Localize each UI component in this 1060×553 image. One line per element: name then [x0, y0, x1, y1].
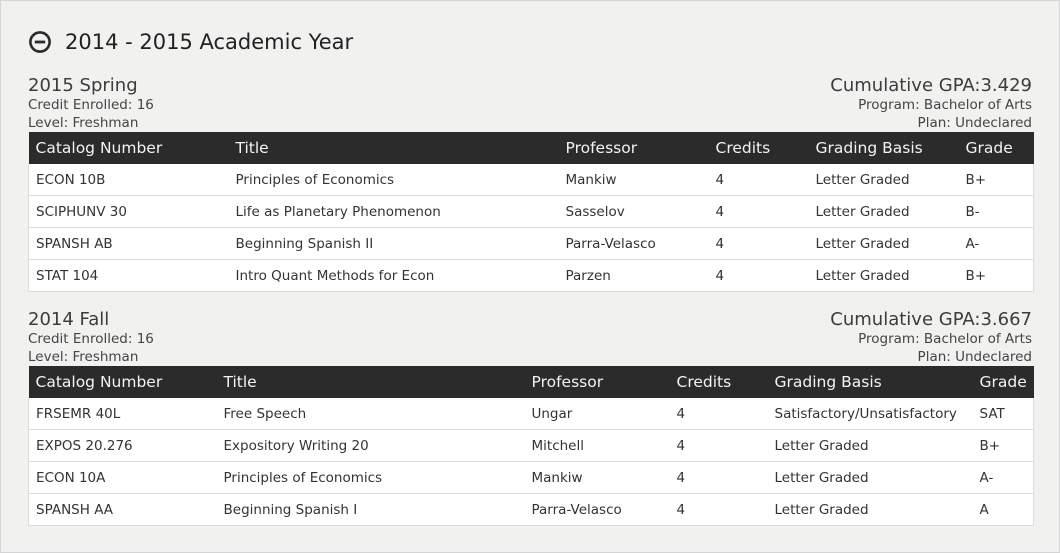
- academic-year-panel: 2014 - 2015 Academic Year 2015 Spring Cr…: [0, 0, 1060, 553]
- term-section-fall-2014: 2014 Fall Credit Enrolled: 16 Level: Fre…: [28, 310, 1034, 526]
- catalog-number-cell: SPANSH AA: [28, 493, 217, 526]
- column-header-credits: Credits: [676, 373, 732, 391]
- table-row: EXPOS 20.276 Expository Writing 20 Mitch…: [28, 429, 1034, 462]
- title-cell: Principles of Economics: [216, 461, 525, 494]
- catalog-number-cell: FRSEMR 40L: [28, 398, 217, 430]
- column-header-grade: Grade: [979, 373, 1027, 391]
- credits-cell: 4: [669, 461, 768, 494]
- cumulative-gpa: Cumulative GPA:3.667: [830, 309, 1032, 330]
- level: Level: Freshman: [28, 115, 139, 131]
- program: Program: Bachelor of Arts: [858, 97, 1032, 113]
- grade-cell: B+: [972, 429, 1034, 462]
- table-header-row: Catalog Number Title Professor Credits G…: [28, 132, 1034, 164]
- grading-basis-cell: Letter Graded: [767, 429, 973, 462]
- table-row: SPANSH AB Beginning Spanish II Parra-Vel…: [28, 227, 1034, 260]
- credits-cell: 4: [708, 227, 809, 260]
- term-info: 2014 Fall Credit Enrolled: 16 Level: Fre…: [28, 310, 1033, 366]
- minus-circle-icon[interactable]: [28, 30, 52, 54]
- professor-cell: Parra-Velasco: [558, 227, 709, 260]
- column-header-catalog-number: Catalog Number: [35, 139, 163, 157]
- term-name: 2014 Fall: [28, 309, 110, 330]
- credits-cell: 4: [669, 398, 768, 430]
- credits-cell: 4: [708, 195, 809, 228]
- courses-table: Catalog Number Title Professor Credits G…: [28, 132, 1034, 292]
- catalog-number-cell: SPANSH AB: [28, 227, 229, 260]
- credits-cell: 4: [708, 164, 809, 196]
- title-cell: Principles of Economics: [228, 164, 559, 196]
- grading-basis-cell: Letter Graded: [808, 164, 959, 196]
- catalog-number-cell: SCIPHUNV 30: [28, 195, 229, 228]
- column-header-grade: Grade: [965, 139, 1013, 157]
- column-header-title: Title: [235, 139, 269, 157]
- grading-basis-cell: Letter Graded: [808, 227, 959, 260]
- academic-year-header[interactable]: 2014 - 2015 Academic Year: [28, 27, 353, 57]
- plan: Plan: Undeclared: [917, 349, 1032, 365]
- column-header-credits: Credits: [715, 139, 771, 157]
- grading-basis-cell: Letter Graded: [767, 493, 973, 526]
- academic-year-title: 2014 - 2015 Academic Year: [65, 30, 354, 54]
- grade-cell: A-: [972, 461, 1034, 494]
- grade-cell: A: [972, 493, 1034, 526]
- grading-basis-cell: Satisfactory/Unsatisfactory: [767, 398, 973, 430]
- table-row: ECON 10A Principles of Economics Mankiw …: [28, 461, 1034, 494]
- plan: Plan: Undeclared: [917, 115, 1032, 131]
- professor-cell: Sasselov: [558, 195, 709, 228]
- column-header-professor: Professor: [565, 139, 638, 157]
- credits-cell: 4: [669, 493, 768, 526]
- title-cell: Beginning Spanish II: [228, 227, 559, 260]
- grading-basis-cell: Letter Graded: [808, 259, 959, 292]
- grade-cell: B-: [958, 195, 1034, 228]
- column-header-professor: Professor: [531, 373, 604, 391]
- title-cell: Beginning Spanish I: [216, 493, 525, 526]
- column-header-catalog-number: Catalog Number: [35, 373, 163, 391]
- grade-cell: SAT: [972, 398, 1034, 430]
- level: Level: Freshman: [28, 349, 139, 365]
- credit-enrolled: Credit Enrolled: 16: [28, 331, 154, 347]
- table-row: SCIPHUNV 30 Life as Planetary Phenomenon…: [28, 195, 1034, 228]
- table-row: SPANSH AA Beginning Spanish I Parra-Vela…: [28, 493, 1034, 526]
- table-row: STAT 104 Intro Quant Methods for Econ Pa…: [28, 259, 1034, 292]
- program: Program: Bachelor of Arts: [858, 331, 1032, 347]
- table-row: FRSEMR 40L Free Speech Ungar 4 Satisfact…: [28, 398, 1034, 430]
- title-cell: Life as Planetary Phenomenon: [228, 195, 559, 228]
- term-info: 2015 Spring Credit Enrolled: 16 Level: F…: [28, 76, 1033, 132]
- catalog-number-cell: ECON 10B: [28, 164, 229, 196]
- catalog-number-cell: STAT 104: [28, 259, 229, 292]
- title-cell: Intro Quant Methods for Econ: [228, 259, 559, 292]
- grade-cell: B+: [958, 259, 1034, 292]
- catalog-number-cell: EXPOS 20.276: [28, 429, 217, 462]
- credit-enrolled: Credit Enrolled: 16: [28, 97, 154, 113]
- grading-basis-cell: Letter Graded: [808, 195, 959, 228]
- column-header-grading-basis: Grading Basis: [774, 373, 882, 391]
- grading-basis-cell: Letter Graded: [767, 461, 973, 494]
- courses-table: Catalog Number Title Professor Credits G…: [28, 366, 1034, 526]
- grade-cell: B+: [958, 164, 1034, 196]
- professor-cell: Mitchell: [524, 429, 670, 462]
- professor-cell: Parra-Velasco: [524, 493, 670, 526]
- title-cell: Free Speech: [216, 398, 525, 430]
- professor-cell: Mankiw: [524, 461, 670, 494]
- cumulative-gpa: Cumulative GPA:3.429: [830, 75, 1032, 96]
- grade-cell: A-: [958, 227, 1034, 260]
- table-header-row: Catalog Number Title Professor Credits G…: [28, 366, 1034, 398]
- credits-cell: 4: [708, 259, 809, 292]
- professor-cell: Ungar: [524, 398, 670, 430]
- title-cell: Expository Writing 20: [216, 429, 525, 462]
- column-header-grading-basis: Grading Basis: [815, 139, 923, 157]
- term-section-spring-2015: 2015 Spring Credit Enrolled: 16 Level: F…: [28, 76, 1034, 292]
- table-row: ECON 10B Principles of Economics Mankiw …: [28, 164, 1034, 196]
- column-header-title: Title: [223, 373, 257, 391]
- credits-cell: 4: [669, 429, 768, 462]
- catalog-number-cell: ECON 10A: [28, 461, 217, 494]
- professor-cell: Mankiw: [558, 164, 709, 196]
- professor-cell: Parzen: [558, 259, 709, 292]
- term-name: 2015 Spring: [28, 75, 138, 96]
